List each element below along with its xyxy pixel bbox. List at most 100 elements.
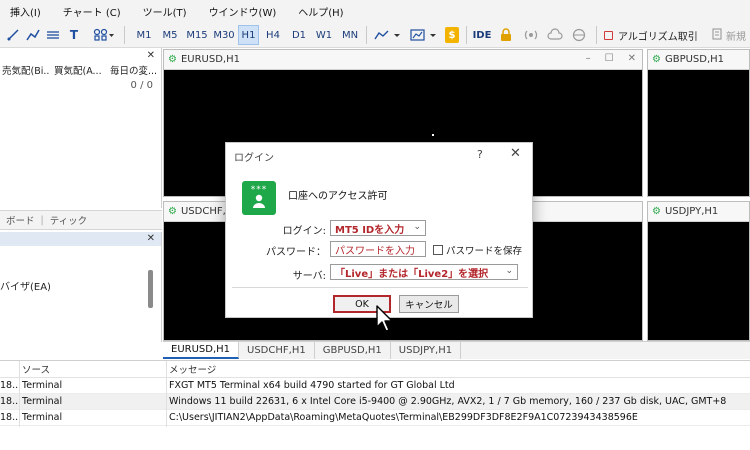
toolbar-separator	[466, 26, 467, 44]
new-order-label: 新規	[726, 31, 746, 43]
ide-button[interactable]: IDE	[471, 25, 493, 45]
algo-trading-button[interactable]: アルゴリズム取引	[604, 25, 698, 45]
crosshair-icon[interactable]	[4, 25, 22, 45]
timeframe-h4[interactable]: H4	[262, 25, 284, 45]
save-password-checkbox[interactable]: パスワードを保存	[433, 243, 522, 257]
close-icon[interactable]: ✕	[147, 233, 155, 244]
save-password-label: パスワードを保存	[446, 246, 523, 257]
log-source: Terminal	[22, 412, 63, 423]
log-message: Windows 11 build 22631, 6 x Intel Core i…	[169, 396, 727, 407]
log-row[interactable]: 18... Terminal C:\Users\JITIAN2\AppData\…	[0, 410, 750, 426]
text-tool-icon[interactable]: T	[66, 25, 82, 45]
chart-tabs: EURUSD,H1 USDCHF,H1 GBPUSD,H1 USDJPY,H1	[163, 341, 750, 359]
log-time: 18...	[0, 412, 18, 423]
avatar-stars: ***	[250, 184, 268, 195]
chart-titlebar[interactable]: ⚙ EURUSD,H1 – ☐ ✕	[164, 50, 642, 70]
market-icon[interactable]	[570, 25, 588, 45]
server-label: サーバ:	[292, 271, 326, 282]
menu-window[interactable]: ウインドウ(W)	[198, 4, 288, 19]
menu-help[interactable]: ヘルプ(H)	[287, 4, 354, 19]
chart-window-gbpusd[interactable]: ⚙ GBPUSD,H1	[647, 49, 750, 197]
toolbar-separator	[596, 26, 597, 44]
column-ask[interactable]: 買気配(A...	[50, 63, 106, 77]
chart-tab-usdchf[interactable]: USDCHF,H1	[239, 342, 315, 359]
algo-trading-icon	[604, 30, 613, 40]
minimize-icon[interactable]: –	[586, 53, 591, 64]
chart-symbol-icon: ⚙	[652, 54, 661, 65]
chevron-down-icon[interactable]: ⌄	[413, 222, 421, 232]
new-order-button[interactable]: 新規	[712, 25, 746, 45]
chart-title: GBPUSD,H1	[664, 54, 725, 65]
trendline-icon[interactable]	[24, 25, 42, 45]
price-point	[432, 134, 434, 136]
menu-bar: 挿入(I) チャート (C) ツール(T) ウインドウ(W) ヘルプ(H)	[0, 0, 750, 22]
log-source: Terminal	[22, 380, 63, 391]
toolbar: T M1 M5 M15 M30 H1 H4 D1 W1 MN $ IDE アルゴ…	[0, 22, 750, 48]
close-icon[interactable]: ✕	[147, 50, 155, 61]
column-divider	[19, 361, 20, 427]
timeframe-mn[interactable]: MN	[338, 25, 362, 45]
login-field[interactable]: MT5 IDを入力 ⌄	[330, 220, 426, 236]
mouse-cursor-icon	[375, 305, 395, 336]
timeframe-m1[interactable]: M1	[133, 25, 155, 45]
chart-tab-usdjpy[interactable]: USDJPY,H1	[391, 342, 462, 359]
chart-symbol-icon: ⚙	[168, 206, 177, 217]
log-row[interactable]: 18... Terminal FXGT MT5 Terminal x64 bui…	[0, 378, 750, 394]
timeframe-d1[interactable]: D1	[288, 25, 310, 45]
cancel-button[interactable]: キャンセル	[399, 295, 459, 313]
chevron-down-icon[interactable]: ⌄	[505, 266, 513, 276]
navigator-scrollbar[interactable]	[148, 270, 153, 308]
templates-menu-icon[interactable]	[408, 25, 440, 45]
column-message[interactable]: メッセージ	[169, 362, 216, 376]
chart-tab-eurusd[interactable]: EURUSD,H1	[163, 342, 240, 359]
algo-trading-label: アルゴリズム取引	[618, 31, 698, 43]
vps-icon[interactable]	[546, 25, 564, 45]
chart-titlebar[interactable]: ⚙ USDJPY,H1	[648, 202, 749, 222]
login-dialog: ログイン ? ✕ *** 口座へのアクセス許可 ログイン: MT5 IDを入力 …	[225, 142, 533, 318]
chart-tab-gbpusd[interactable]: GBPUSD,H1	[315, 342, 391, 359]
menu-chart[interactable]: チャート (C)	[52, 4, 132, 19]
column-bid[interactable]: 売気配(Bi...	[0, 63, 50, 77]
timeframe-h1[interactable]: H1	[238, 25, 259, 45]
timeframe-m5[interactable]: M5	[159, 25, 181, 45]
channel-icon[interactable]	[44, 25, 62, 45]
dialog-title: ログイン	[234, 153, 274, 164]
lock-icon[interactable]	[498, 25, 514, 45]
chart-window-usdjpy[interactable]: ⚙ USDJPY,H1	[647, 201, 750, 341]
column-source[interactable]: ソース	[22, 362, 50, 376]
chart-symbol-icon: ⚙	[652, 206, 661, 217]
column-divider	[166, 361, 167, 427]
dollar-icon[interactable]: $	[445, 27, 459, 43]
timeframe-m15[interactable]: M15	[184, 25, 210, 45]
help-icon[interactable]: ?	[477, 148, 483, 161]
server-select[interactable]: 「Live」または「Live2」を選択 ⌄	[330, 264, 518, 280]
password-value: パスワードを入力	[335, 245, 415, 257]
menu-insert[interactable]: 挿入(I)	[0, 4, 52, 19]
chart-symbol-icon: ⚙	[168, 54, 177, 65]
navigator-item-expert-advisors[interactable]: バイザ(EA)	[0, 278, 51, 293]
signal-icon[interactable]	[522, 25, 540, 45]
maximize-icon[interactable]: ☐	[605, 53, 614, 64]
menu-tools[interactable]: ツール(T)	[132, 4, 198, 19]
chart-title: USDJPY,H1	[664, 206, 719, 217]
checkbox-box[interactable]	[433, 245, 443, 255]
shapes-menu-icon[interactable]	[90, 25, 118, 45]
log-message: FXGT MT5 Terminal x64 build 4790 started…	[169, 380, 455, 391]
tab-tick[interactable]: ティック	[44, 213, 93, 227]
password-field[interactable]: パスワードを入力	[330, 241, 426, 257]
password-label: パスワード：	[266, 247, 326, 258]
close-icon[interactable]: ✕	[510, 146, 521, 161]
tab-board[interactable]: ボード	[0, 213, 41, 227]
timeframe-w1[interactable]: W1	[313, 25, 335, 45]
chart-title: EURUSD,H1	[180, 54, 240, 65]
chart-titlebar[interactable]: ⚙ GBPUSD,H1	[648, 50, 749, 70]
timeframe-m30[interactable]: M30	[211, 25, 237, 45]
column-daily-change[interactable]: 毎日の変...	[106, 63, 158, 77]
log-source: Terminal	[22, 396, 63, 407]
window-controls: – ☐ ✕	[586, 53, 636, 64]
dialog-heading: 口座へのアクセス許可	[288, 191, 388, 202]
indicators-menu-icon[interactable]	[372, 25, 404, 45]
close-icon[interactable]: ✕	[628, 53, 636, 64]
log-row[interactable]: 18... Terminal Windows 11 build 22631, 6…	[0, 394, 750, 410]
account-avatar-icon: ***	[242, 181, 276, 215]
